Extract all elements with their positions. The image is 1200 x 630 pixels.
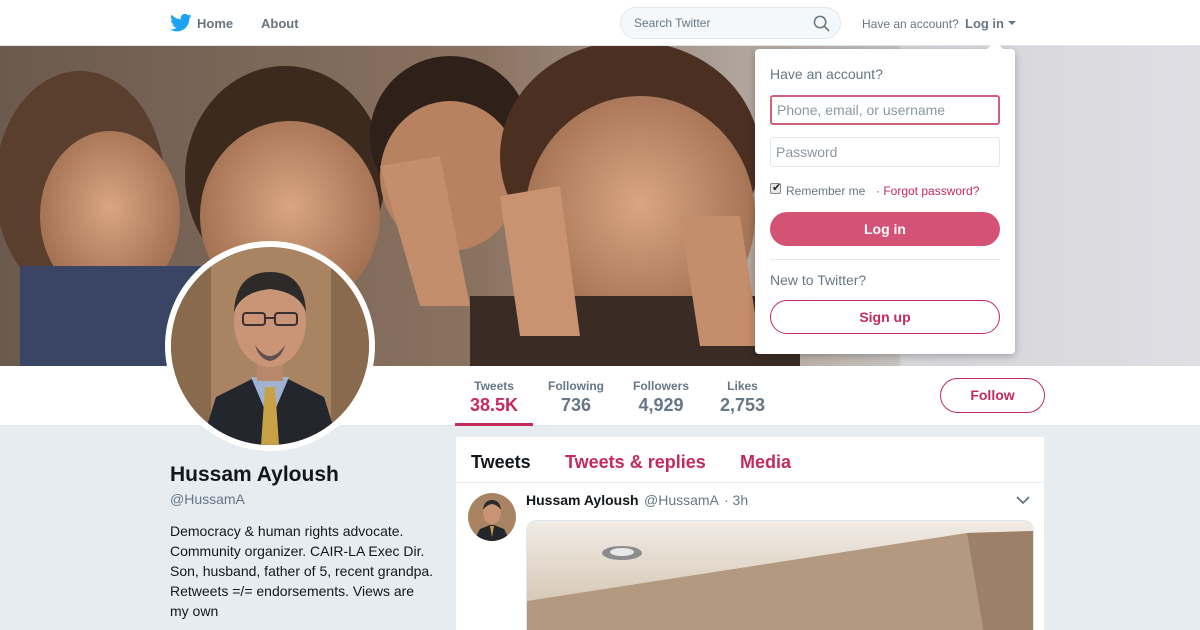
divider	[770, 259, 1000, 260]
caret-down-icon[interactable]	[1008, 21, 1016, 25]
nav-home-link[interactable]: Home	[197, 16, 233, 31]
tab-tweets-replies[interactable]: Tweets & replies	[565, 452, 706, 473]
timeline-tabs: Tweets Tweets & replies Media	[456, 437, 1044, 483]
timeline: Tweets Tweets & replies Media Hussam Ayl…	[456, 437, 1044, 630]
dropdown-title: Have an account?	[770, 66, 883, 82]
checkmark-icon: ✔	[772, 182, 782, 194]
avatar-image	[171, 247, 369, 445]
tweet-media-image[interactable]	[526, 520, 1034, 630]
stat-tweets[interactable]: Tweets 38.5K	[470, 379, 518, 416]
profile-name[interactable]: Hussam Ayloush	[170, 463, 339, 487]
tweet-avatar-image	[468, 493, 516, 541]
search-icon[interactable]	[813, 15, 830, 32]
login-dropdown: Have an account? ✔ Remember me · Forgot …	[755, 41, 1015, 354]
stat-label: Tweets	[474, 379, 514, 393]
password-field[interactable]	[770, 137, 1000, 167]
stat-followers[interactable]: Followers 4,929	[633, 379, 689, 416]
search-input[interactable]: Search Twitter	[634, 16, 710, 30]
twitter-bird-icon[interactable]	[170, 13, 192, 33]
have-account-label: Have an account?	[862, 17, 959, 31]
forgot-password-link[interactable]: · Forgot password?	[876, 184, 979, 198]
stat-label: Likes	[727, 379, 758, 393]
profile-avatar[interactable]	[165, 241, 375, 451]
stat-value: 4,929	[638, 395, 684, 415]
stat-likes[interactable]: Likes 2,753	[720, 379, 765, 416]
stat-following[interactable]: Following 736	[548, 379, 604, 416]
profile-handle[interactable]: @HussamA	[170, 491, 245, 507]
stat-value: 2,753	[720, 395, 766, 415]
stat-value: 38.5K	[470, 395, 519, 415]
top-navigation: Home About Search Twitter Have an accoun…	[0, 0, 1200, 46]
login-toggle-button[interactable]: Log in	[965, 16, 1004, 31]
stat-value: 736	[560, 395, 592, 415]
profile-bio: Democracy & human rights advocate. Commu…	[170, 523, 434, 619]
username-field[interactable]	[770, 95, 1000, 125]
follow-button[interactable]: Follow	[940, 378, 1045, 413]
nav-about-link[interactable]: About	[261, 16, 299, 31]
remember-me-label[interactable]: Remember me	[786, 184, 865, 198]
signup-button[interactable]: Sign up	[770, 300, 1000, 334]
chevron-down-icon[interactable]	[1016, 495, 1030, 505]
dropdown-arrow	[987, 41, 1003, 49]
active-tab-underline	[455, 423, 533, 426]
tweet-photo	[527, 521, 1033, 630]
stat-label: Following	[548, 379, 604, 393]
stat-label: Followers	[633, 379, 690, 393]
tab-tweets[interactable]: Tweets	[471, 452, 531, 473]
tab-media[interactable]: Media	[740, 452, 791, 473]
tweet-author-handle[interactable]: @HussamA	[644, 492, 719, 508]
search-box[interactable]: Search Twitter	[620, 7, 841, 39]
login-button[interactable]: Log in	[770, 212, 1000, 246]
tweet-author-name[interactable]: Hussam Ayloush	[526, 492, 639, 508]
tweet-avatar[interactable]	[468, 493, 516, 541]
new-to-twitter-label: New to Twitter?	[770, 272, 867, 288]
remember-me-checkbox[interactable]: ✔	[770, 182, 782, 194]
tweet-timestamp[interactable]: · 3h	[724, 492, 748, 508]
